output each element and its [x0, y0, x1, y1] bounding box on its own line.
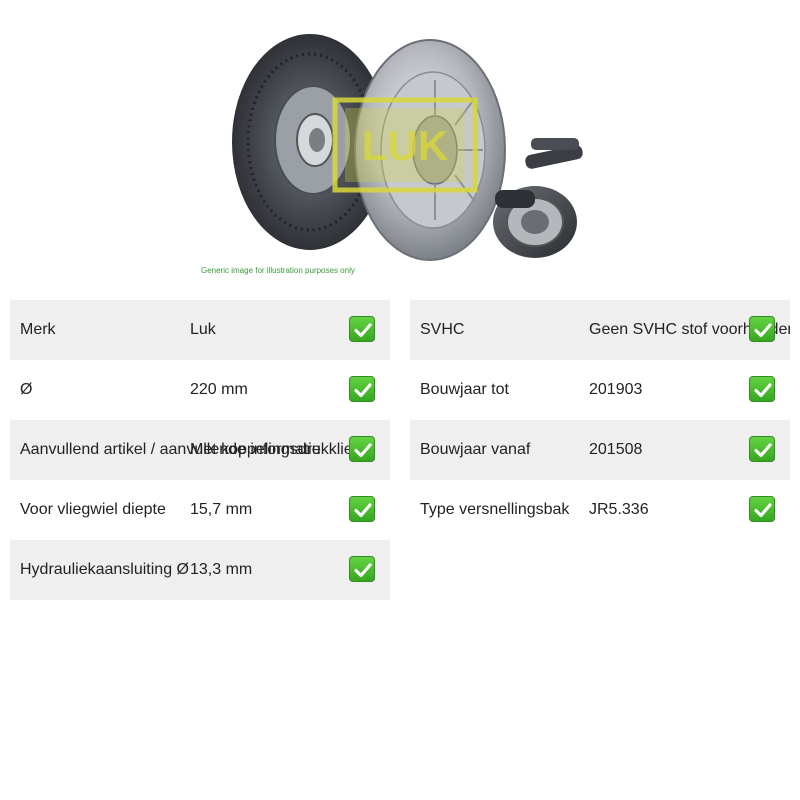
clutch-kit-illustration: LUK — [232, 34, 583, 261]
spec-row-vliegwiel: Voor vliegwiel diepte 15,7 mm — [10, 480, 390, 540]
release-bearing — [493, 138, 583, 258]
image-caption: Generic image for illustration purposes … — [201, 266, 355, 275]
spec-value: 201508 — [589, 441, 643, 458]
checkmark-icon — [749, 376, 775, 402]
spec-row-hydrauliek: Hydrauliekaansluiting Ø 13,3 mm — [10, 540, 390, 600]
spec-row-svhc: SVHC Geen SVHC stof voorhanden — [410, 300, 790, 360]
spec-label: Voor vliegwiel diepte — [20, 501, 166, 518]
checkmark-icon — [349, 496, 375, 522]
checkmark-icon — [349, 316, 375, 342]
specs-table-left: Merk Luk Ø 220 mm Aanvullend artikel / a… — [10, 300, 390, 600]
checkmark-icon — [749, 496, 775, 522]
spec-value: Met koppelingsdrukklier — [190, 441, 359, 458]
spec-label: Hydrauliekaansluiting Ø — [20, 561, 189, 578]
spec-label: Merk — [20, 321, 56, 338]
spec-label: Ø — [20, 381, 33, 398]
specs-table-right: SVHC Geen SVHC stof voorhanden Bouwjaar … — [410, 300, 790, 540]
svg-text:LUK: LUK — [362, 122, 448, 169]
spec-value: 201903 — [589, 381, 643, 398]
spec-row-aanvullend: Aanvullend artikel / aanvullende informa… — [10, 420, 390, 480]
spec-row-merk: Merk Luk — [10, 300, 390, 360]
spec-label: SVHC — [420, 321, 465, 338]
spec-label: Bouwjaar vanaf — [420, 441, 531, 458]
checkmark-icon — [349, 556, 375, 582]
spec-value: 220 mm — [190, 381, 248, 398]
checkmark-icon — [749, 436, 775, 462]
spec-row-diameter: Ø 220 mm — [10, 360, 390, 420]
checkmark-icon — [349, 376, 375, 402]
spec-value: 15,7 mm — [190, 501, 253, 518]
checkmark-icon — [749, 316, 775, 342]
spec-row-bouwjaar-tot: Bouwjaar tot 201903 — [410, 360, 790, 420]
spec-value: 13,3 mm — [190, 561, 253, 578]
spec-row-versnellingsbak: Type versnellingsbak JR5.336 — [410, 480, 790, 540]
product-image: LUK Generic image for illustration purpo… — [195, 10, 605, 290]
luk-logo: LUK — [332, 97, 478, 193]
spec-row-bouwjaar-vanaf: Bouwjaar vanaf 201508 — [410, 420, 790, 480]
spec-value: JR5.336 — [589, 501, 649, 518]
spec-value: Luk — [190, 321, 216, 338]
spec-label: Type versnellingsbak — [420, 501, 570, 518]
spec-label: Bouwjaar tot — [420, 381, 509, 398]
checkmark-icon — [349, 436, 375, 462]
